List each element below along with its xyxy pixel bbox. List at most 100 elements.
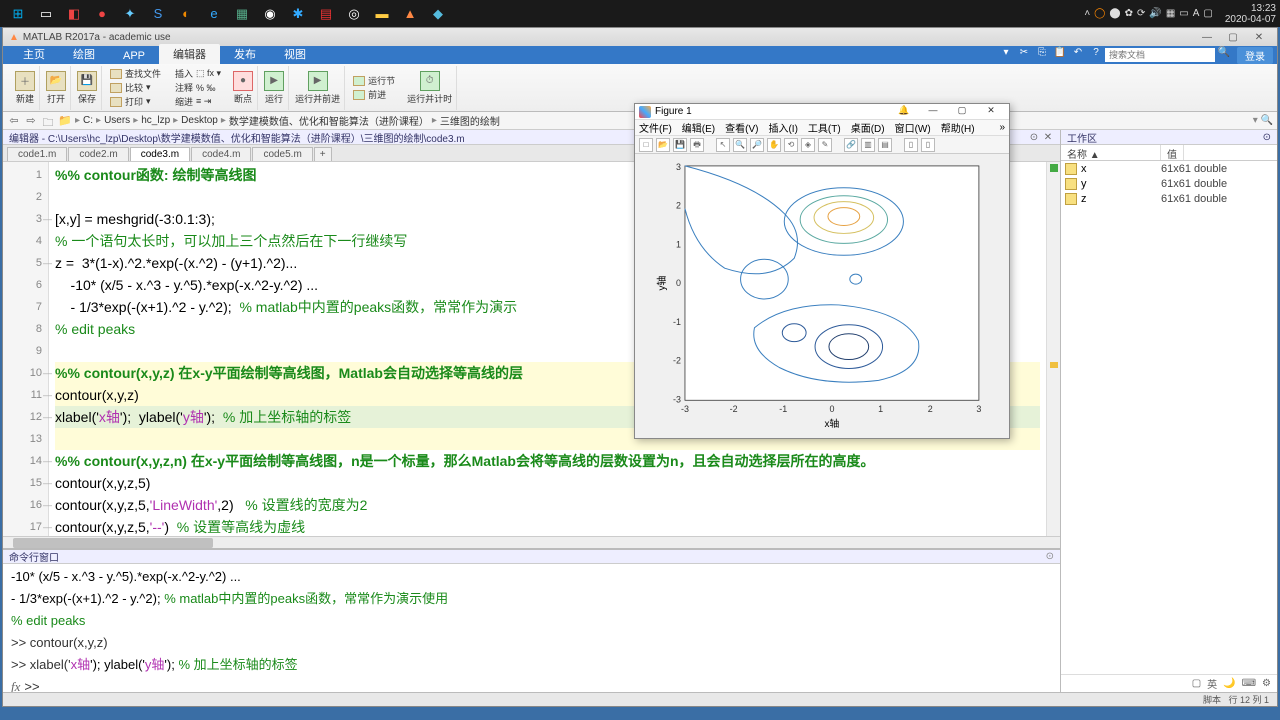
tray-chevron-icon[interactable]: ˄ (1084, 8, 1090, 19)
filetab-code2[interactable]: code2.m (68, 147, 128, 161)
figure-min-button[interactable]: — (919, 105, 947, 119)
close-button[interactable]: ✕ (1247, 30, 1271, 44)
breakpoints-button[interactable]: ●断点 (229, 66, 258, 110)
crumb-2[interactable]: hc_lzp (141, 115, 170, 126)
tab-publish[interactable]: 发布 (220, 44, 270, 64)
crumb-1[interactable]: Users (104, 115, 130, 126)
advance-button[interactable]: 前进 (353, 88, 395, 101)
nav-back-icon[interactable]: ⇦ (7, 114, 21, 128)
qat-copy-icon[interactable]: ⎘ (1033, 47, 1051, 63)
figure-close-button[interactable]: ✕ (977, 105, 1005, 119)
figtb-zoomout-icon[interactable]: 🔎 (750, 138, 764, 152)
taskbar-app-5-icon[interactable]: ◐ (172, 2, 200, 26)
start-button[interactable]: ⊞ (4, 2, 32, 26)
figtb-legend-icon[interactable]: ▤ (878, 138, 892, 152)
runsection-button[interactable]: 运行节 (353, 74, 395, 87)
ws-undock-icon[interactable]: ⊙ (1263, 132, 1271, 143)
figtb-rotate-icon[interactable]: ⟲ (784, 138, 798, 152)
tab-home[interactable]: 主页 (9, 44, 59, 64)
figmenu-edit[interactable]: 编辑(E) (682, 120, 715, 135)
figmenu-window[interactable]: 窗口(W) (895, 120, 931, 135)
taskbar-app-7-icon[interactable]: ▦ (228, 2, 256, 26)
matlab-icon[interactable]: ▲ (396, 2, 424, 26)
figmenu-more-icon[interactable]: » (999, 122, 1005, 133)
nav-up-icon[interactable]: 🗀 (41, 114, 55, 128)
login-button[interactable]: 登录 (1237, 47, 1273, 64)
figmenu-view[interactable]: 查看(V) (725, 120, 758, 135)
fx-icon[interactable]: fx (11, 679, 20, 692)
nav-fwd-icon[interactable]: ⇨ (24, 114, 38, 128)
filetab-code5[interactable]: code5.m (252, 147, 312, 161)
ime-gear-icon[interactable]: ⚙ (1262, 678, 1271, 689)
code-message-strip[interactable] (1046, 162, 1060, 536)
figtb-datatip-icon[interactable]: ◈ (801, 138, 815, 152)
figtb-new-icon[interactable]: □ (639, 138, 653, 152)
crumb-3[interactable]: Desktop (181, 115, 218, 126)
comment-button[interactable]: 注释 % ‰ (175, 81, 221, 94)
figure-max-button[interactable]: ▢ (948, 105, 976, 119)
taskbar-app-2-icon[interactable]: ● (88, 2, 116, 26)
tray-action-icon[interactable]: ▢ (1203, 8, 1212, 19)
figmenu-help[interactable]: 帮助(H) (941, 120, 975, 135)
crumb-5[interactable]: 三维图的绘制 (440, 113, 500, 128)
figtb-link-icon[interactable]: 🔗 (844, 138, 858, 152)
explorer-icon[interactable]: ▬ (368, 2, 396, 26)
cmd-undock-icon[interactable]: ⊙ (1046, 551, 1054, 562)
editor-dock-icon[interactable]: ⊙ (1028, 132, 1040, 143)
minimize-button[interactable]: — (1195, 30, 1219, 44)
editor-hscrollbar[interactable] (3, 536, 1060, 548)
task-view-icon[interactable]: ▭ (32, 2, 60, 26)
filetab-code1[interactable]: code1.m (7, 147, 67, 161)
doc-search-input[interactable] (1105, 48, 1215, 62)
figmenu-desktop[interactable]: 桌面(D) (851, 120, 885, 135)
pdf-icon[interactable]: ▤ (312, 2, 340, 26)
ws-var-z[interactable]: z61x61 double (1061, 191, 1277, 206)
run-advance-button[interactable]: ▶运行并前进 (291, 66, 345, 110)
crumb-4[interactable]: 数学建模数值、优化和智能算法（进阶课程） (229, 113, 429, 128)
figtb-layout2-icon[interactable]: ▯ (921, 138, 935, 152)
taskbar-app-13-icon[interactable]: ◆ (424, 2, 452, 26)
findfiles-button[interactable]: 查找文件 (110, 67, 161, 80)
figtb-print-icon[interactable]: 🖶 (690, 138, 704, 152)
figtb-pointer-icon[interactable]: ↖ (716, 138, 730, 152)
figure-titlebar[interactable]: Figure 1 🔔 — ▢ ✕ (635, 104, 1009, 120)
qat-cut-icon[interactable]: ✂ (1015, 47, 1033, 63)
tray-icon-3[interactable]: ✿ (1125, 8, 1133, 19)
chrome-icon[interactable]: ◉ (256, 2, 284, 26)
tray-battery-icon[interactable]: ▭ (1179, 8, 1188, 19)
addr-dropdown-icon[interactable]: ▾ 🔍 (1253, 115, 1273, 126)
save-button[interactable]: 💾保存 (73, 66, 102, 110)
search-icon[interactable]: 🔍 (1215, 47, 1233, 63)
figmenu-tools[interactable]: 工具(T) (808, 120, 841, 135)
figmenu-file[interactable]: 文件(F) (639, 120, 672, 135)
qat-undo-icon[interactable]: ↶ (1069, 47, 1087, 63)
maximize-button[interactable]: ▢ (1221, 30, 1245, 44)
insert-button[interactable]: 插入 ⬚ fx ▾ (175, 67, 221, 80)
edge-icon[interactable]: e (200, 2, 228, 26)
taskbar-app-11-icon[interactable]: ◎ (340, 2, 368, 26)
taskbar-app-9-icon[interactable]: ✱ (284, 2, 312, 26)
figtb-pan-icon[interactable]: ✋ (767, 138, 781, 152)
tray-network-icon[interactable]: ▦ (1166, 8, 1175, 19)
code-marker[interactable] (1050, 362, 1058, 368)
ws-col-name[interactable]: 名称 ▲ (1061, 145, 1161, 160)
filetab-code4[interactable]: code4.m (191, 147, 251, 161)
taskbar-clock[interactable]: 13:23 2020-04-07 (1225, 3, 1276, 25)
ws-column-headers[interactable]: 名称 ▲ 值 (1061, 145, 1277, 161)
tray-volume-icon[interactable]: 🔊 (1149, 8, 1161, 19)
runtime-button[interactable]: ⏱运行并计时 (403, 66, 457, 110)
cmd-text[interactable]: -10* (x/5 - x.^3 - y.^5).*exp(-x.^2-y.^2… (3, 564, 1060, 692)
compare-button[interactable]: 比较 ▾ (110, 81, 161, 94)
figtb-zoomin-icon[interactable]: 🔍 (733, 138, 747, 152)
editor-close-icon[interactable]: ✕ (1042, 132, 1054, 143)
indent-button[interactable]: 缩进 ≡ ⇥ (175, 95, 221, 108)
ime-lang[interactable]: 英 (1207, 676, 1217, 691)
figtb-layout1-icon[interactable]: ▯ (904, 138, 918, 152)
taskbar-app-3-icon[interactable]: ✦ (116, 2, 144, 26)
taskbar-app-1-icon[interactable]: ◧ (60, 2, 88, 26)
tray-ime-icon[interactable]: A (1193, 8, 1200, 19)
ime-keyboard-icon[interactable]: ⌨ (1242, 678, 1256, 689)
ime-toggle[interactable]: ▢ (1192, 678, 1201, 689)
tray-icon-4[interactable]: ⟳ (1137, 8, 1145, 19)
figmenu-insert[interactable]: 插入(I) (768, 120, 797, 135)
